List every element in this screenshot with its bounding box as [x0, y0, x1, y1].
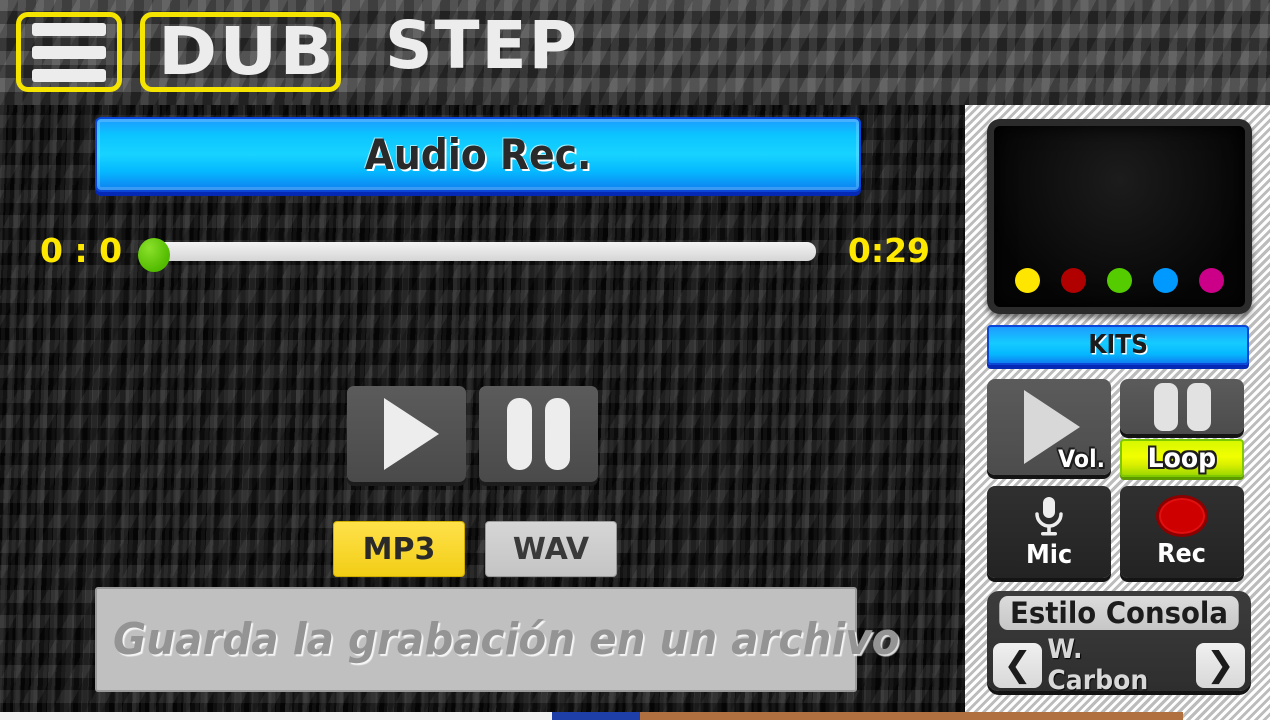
control-grid-row: Vol. Loop: [987, 379, 1251, 477]
hamburger-bar: [32, 22, 106, 36]
control-grid: Vol. Loop Mic Rec: [987, 379, 1251, 578]
audio-rec-dialog: Audio Rec. 0 : 0 0:29 MP3 WAV Guarda la …: [0, 105, 965, 715]
mic-button[interactable]: Mic: [987, 486, 1111, 578]
format-selector: MP3 WAV: [333, 521, 617, 577]
pause-button-sidebar[interactable]: [1120, 379, 1244, 434]
slider-track[interactable]: [152, 241, 816, 261]
logo-step-text: STEP: [385, 7, 580, 84]
os-bottom-strip: [0, 712, 1183, 720]
pause-icon: [1153, 382, 1211, 431]
current-time-label: 0 : 0: [40, 231, 123, 270]
pad-indicator-3: [1107, 268, 1132, 293]
filename-placeholder: Guarda la grabación en un archivo: [113, 614, 900, 665]
console-style-selector: Estilo Consola ❮ W. Carbon ❯: [987, 591, 1251, 696]
loop-button[interactable]: Loop: [1120, 439, 1244, 477]
rec-label: Rec: [1157, 539, 1207, 569]
sidebar-panel: KITS Vol. Loop Mic Rec Estilo Consola ❮ …: [987, 119, 1260, 719]
kits-button[interactable]: KITS: [987, 325, 1249, 365]
timeline-row: 0 : 0 0:29: [40, 223, 930, 278]
chevron-left-icon[interactable]: ❮: [993, 642, 1043, 688]
app-root: DUB STEP Audio Rec. 0 : 0 0:29 MP3 WAV G…: [0, 0, 1270, 720]
pad-indicator-4: [1153, 268, 1178, 293]
record-circle-icon: [1156, 495, 1208, 537]
console-sidebar: KITS Vol. Loop Mic Rec Estilo Consola ❮ …: [965, 105, 1270, 720]
strip-segment: [552, 712, 640, 720]
pad-indicator-2: [1061, 268, 1086, 293]
style-value: W. Carbon: [1047, 634, 1149, 696]
strip-segment: [0, 712, 552, 720]
hamburger-menu-icon[interactable]: [16, 12, 122, 92]
format-mp3-button[interactable]: MP3: [333, 521, 465, 577]
playback-slider[interactable]: [138, 237, 816, 272]
style-row: ❮ W. Carbon ❯: [993, 634, 1245, 696]
dialog-title-bar: Audio Rec.: [95, 117, 861, 192]
filename-input[interactable]: Guarda la grabación en un archivo: [95, 587, 899, 692]
hamburger-bar: [32, 45, 106, 59]
total-time-label: 0:29: [847, 231, 930, 270]
pause-button[interactable]: [479, 386, 598, 482]
play-icon: [384, 398, 439, 470]
microphone-icon: [1035, 497, 1063, 536]
style-title: Estilo Consola: [999, 596, 1239, 630]
pad-indicator-row: [994, 268, 1245, 293]
rec-button[interactable]: Rec: [1120, 486, 1244, 578]
format-wav-button[interactable]: WAV: [485, 521, 617, 577]
loop-label: Loop: [1147, 442, 1217, 474]
strip-segment: [640, 712, 1183, 720]
pad-display-screen: [987, 119, 1252, 314]
logo-dub: DUB: [140, 12, 341, 92]
play-button[interactable]: [347, 386, 466, 482]
logo-step: STEP: [385, 13, 579, 79]
pause-loop-cell: Loop: [1120, 379, 1244, 477]
chevron-right-icon[interactable]: ❯: [1195, 642, 1245, 688]
logo-dub-text: DUB: [158, 13, 336, 90]
volume-cell: Vol.: [987, 379, 1111, 477]
pad-indicator-5: [1199, 268, 1224, 293]
kits-label: KITS: [1088, 330, 1148, 360]
volume-label: Vol.: [1057, 445, 1105, 473]
slider-thumb[interactable]: [138, 237, 170, 272]
control-grid-row: Mic Rec: [987, 477, 1251, 578]
pad-indicator-1: [1015, 268, 1040, 293]
page-title: Audio Rec.: [364, 130, 592, 179]
volume-button[interactable]: Vol.: [987, 379, 1111, 475]
hamburger-bar: [32, 68, 106, 82]
transport-controls: [347, 386, 598, 482]
mic-label: Mic: [1025, 540, 1073, 570]
pause-icon: [507, 398, 570, 470]
app-header: DUB STEP: [0, 0, 1270, 105]
